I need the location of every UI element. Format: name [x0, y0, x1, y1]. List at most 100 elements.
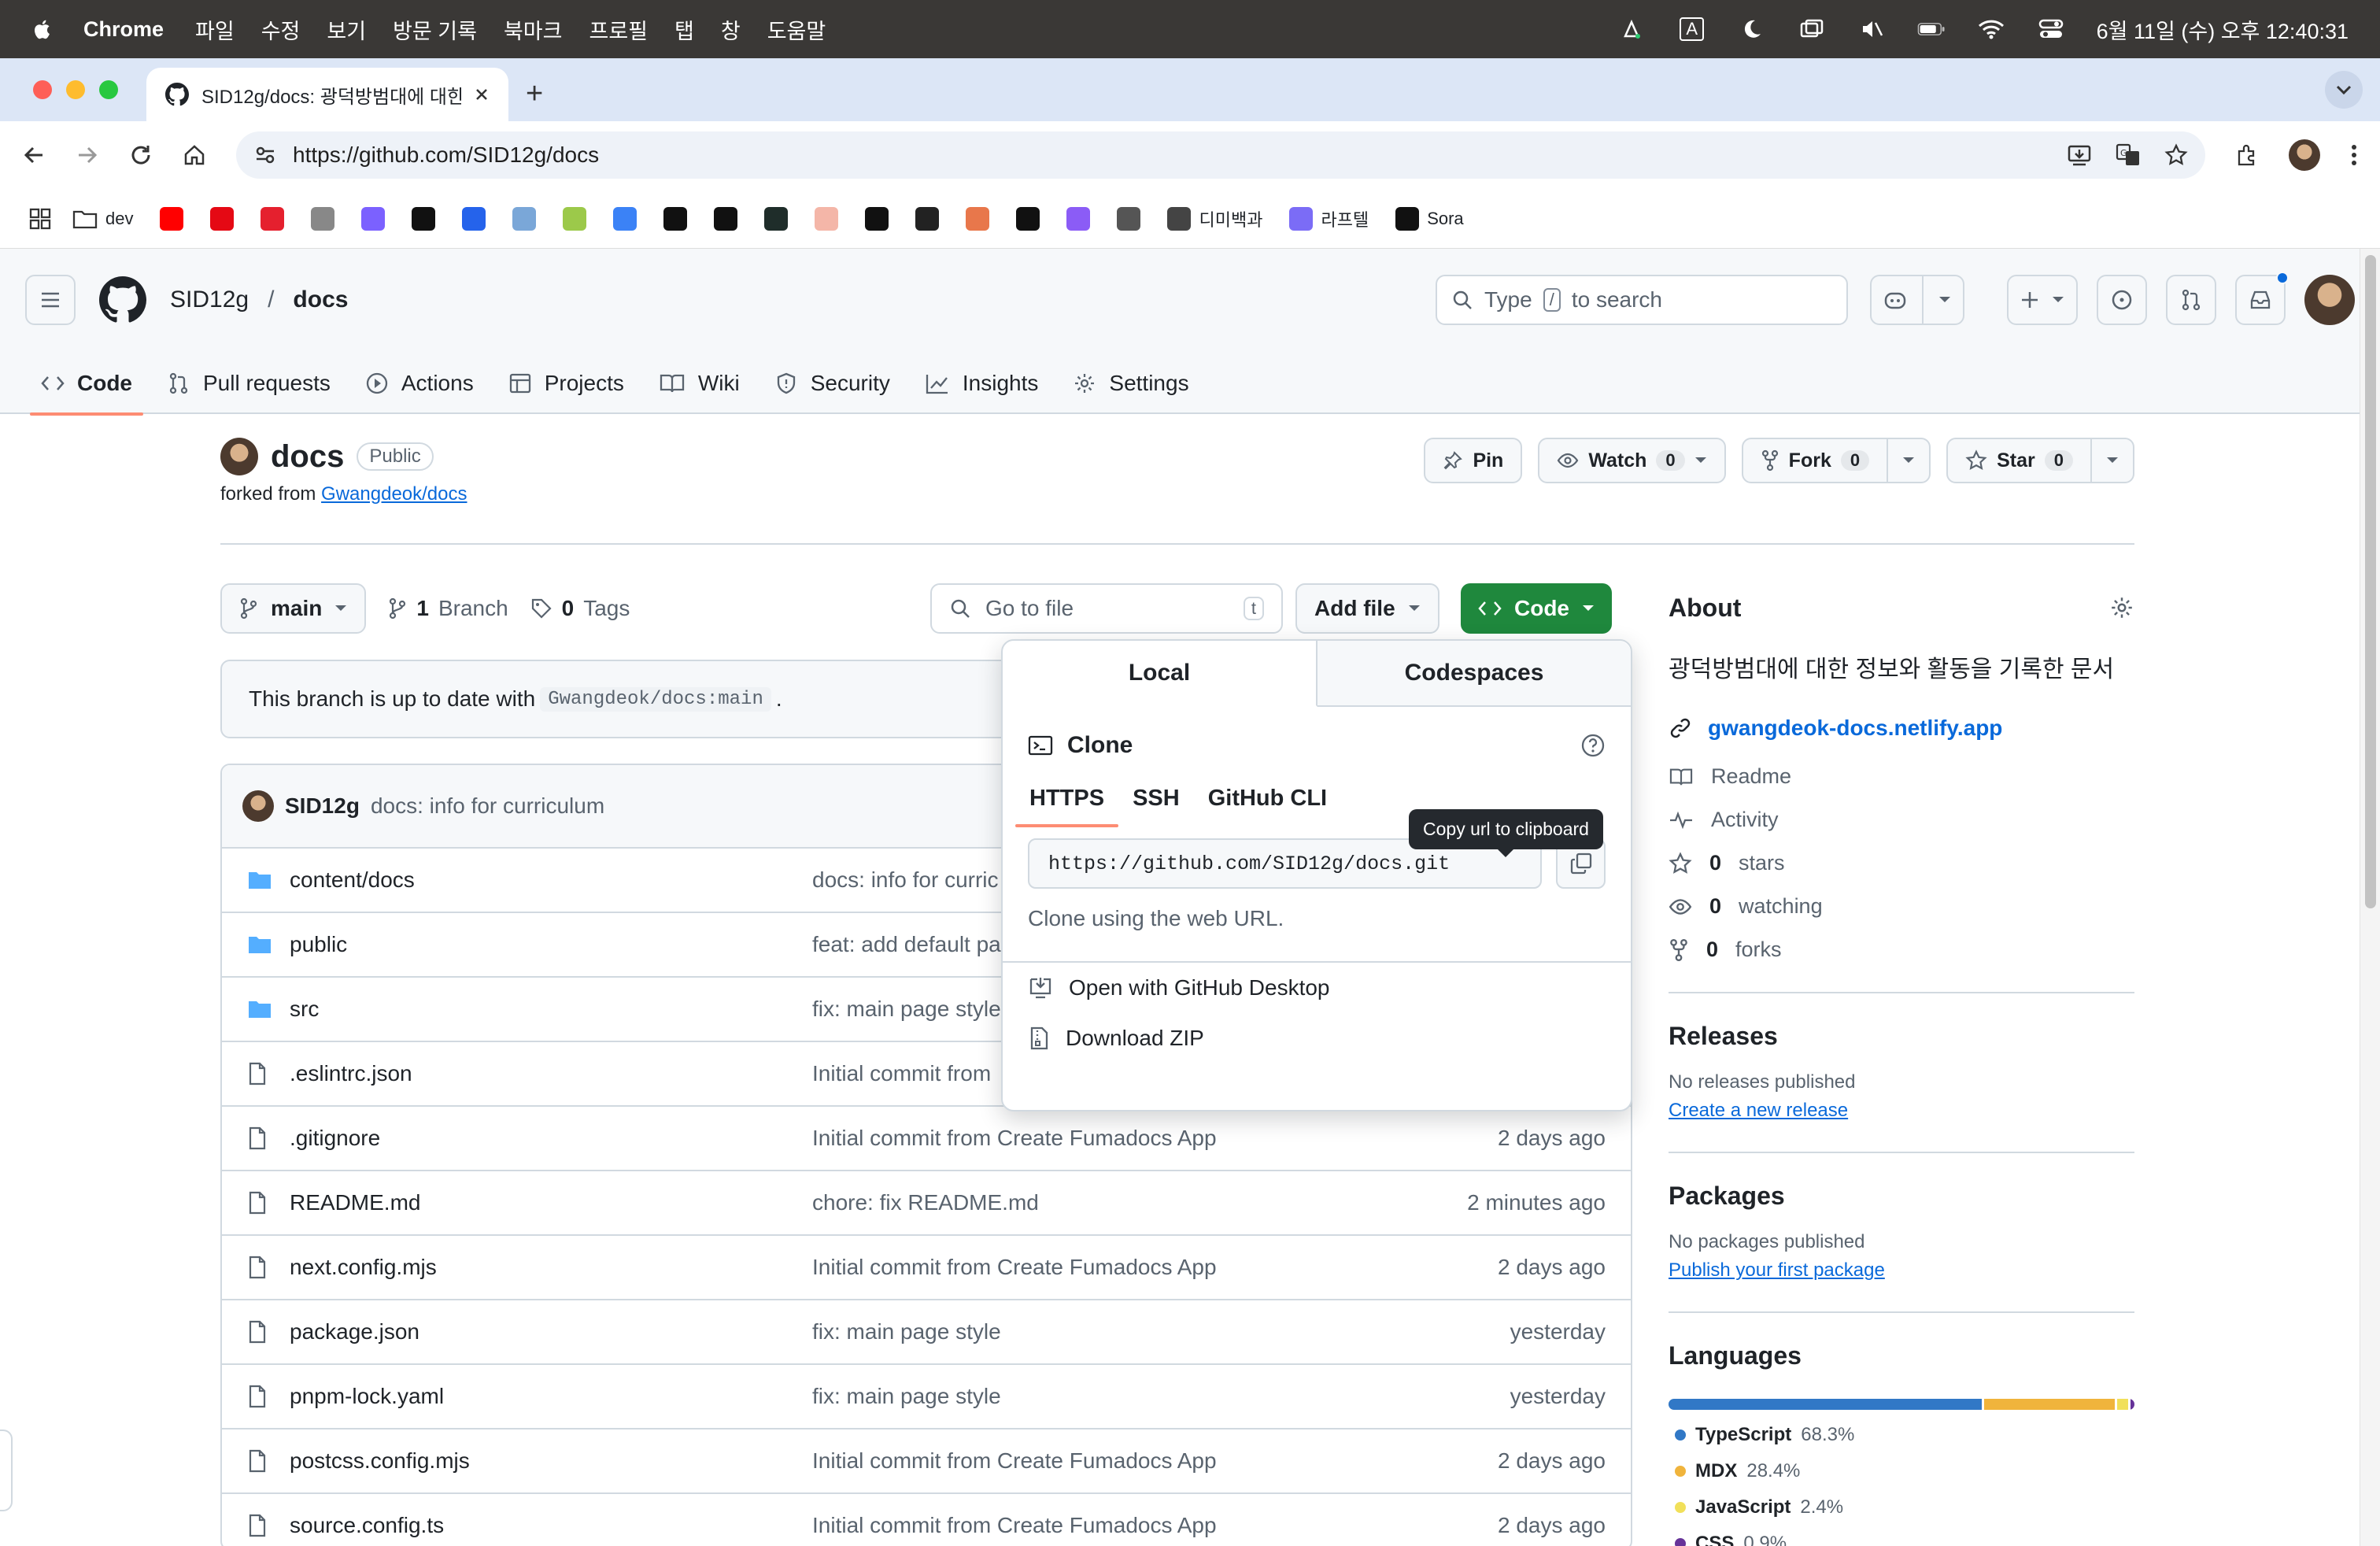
chevron-down-icon[interactable]	[1694, 457, 1707, 464]
bookmark-item[interactable]	[512, 206, 537, 231]
tab-projects[interactable]: Projects	[491, 353, 641, 414]
bookmark-item[interactable]	[613, 206, 638, 231]
menu-help[interactable]: 도움말	[767, 14, 826, 45]
side-panel-handle[interactable]	[0, 1429, 13, 1511]
chrome-menu-icon[interactable]	[2350, 143, 2358, 167]
github-logo-icon[interactable]	[99, 276, 146, 324]
add-file-button[interactable]: Add file	[1295, 583, 1439, 634]
open-desktop-item[interactable]: Open with GitHub Desktop	[1003, 963, 1631, 1013]
chevron-down-icon[interactable]	[2106, 457, 2119, 464]
tags-link[interactable]: 0 Tags	[530, 596, 630, 621]
table-row[interactable]: source.config.ts Initial commit from Crea…	[222, 1494, 1631, 1546]
tab-search-button[interactable]	[2325, 71, 2363, 109]
table-row[interactable]: package.json fix: main page style yesterda…	[222, 1300, 1631, 1365]
tab-security[interactable]: Security	[757, 353, 907, 414]
tab-actions[interactable]: Actions	[348, 353, 491, 414]
hamburger-menu-button[interactable]	[25, 275, 76, 325]
file-name-link[interactable]: .eslintrc.json	[290, 1061, 812, 1086]
file-commit-message[interactable]: fix: main page style	[812, 1319, 1510, 1344]
language-item[interactable]: CSS 0.9%	[1669, 1533, 1903, 1546]
back-icon[interactable]	[22, 143, 46, 167]
page-scrollbar[interactable]	[2360, 249, 2380, 1546]
apple-icon[interactable]	[31, 17, 55, 41]
branch-selector[interactable]: main	[220, 583, 367, 634]
scrollbar-thumb[interactable]	[2365, 255, 2376, 908]
tab-codespaces[interactable]: Codespaces	[1318, 641, 1631, 705]
file-name-link[interactable]: postcss.config.mjs	[290, 1448, 812, 1474]
website-link[interactable]: gwangdeok-docs.netlify.app	[1669, 716, 2134, 741]
menu-profiles[interactable]: 프로필	[589, 14, 648, 45]
language-bar-segment[interactable]	[1669, 1399, 1983, 1410]
go-to-file-input[interactable]: Go to file t	[930, 583, 1283, 634]
code-button[interactable]: Code	[1461, 583, 1612, 634]
battery-icon[interactable]	[1917, 17, 1946, 41]
reload-icon[interactable]	[129, 143, 153, 167]
menu-edit[interactable]: 수정	[261, 14, 301, 45]
file-name-link[interactable]: .gitignore	[290, 1126, 812, 1151]
screen-mirror-icon[interactable]	[1798, 17, 1826, 41]
menu-bookmarks[interactable]: 북마크	[504, 14, 563, 45]
pull-requests-button[interactable]	[2166, 275, 2216, 325]
bookmark-item[interactable]	[210, 206, 235, 231]
moon-icon[interactable]	[1738, 17, 1766, 41]
bookmark-star-icon[interactable]	[2164, 143, 2188, 167]
tab-local[interactable]: Local	[1003, 641, 1318, 707]
file-commit-message[interactable]: chore: fix README.md	[812, 1190, 1467, 1215]
gear-icon[interactable]	[2109, 595, 2134, 620]
bookmark-item[interactable]: 라프텔	[1289, 206, 1369, 231]
upstream-ref[interactable]: Gwangdeok/docs:main	[540, 686, 771, 712]
repo-link[interactable]: docs	[293, 287, 348, 313]
tab-insights[interactable]: Insights	[907, 353, 1056, 414]
owner-avatar[interactable]	[220, 438, 258, 475]
notifications-button[interactable]	[2235, 272, 2289, 325]
bookmark-item[interactable]	[764, 206, 789, 231]
releases-title[interactable]: Releases	[1669, 1022, 2134, 1051]
translate-icon[interactable]: G	[2116, 143, 2141, 167]
tab-settings[interactable]: Settings	[1055, 353, 1206, 414]
table-row[interactable]: postcss.config.mjs Initial commit from Cr…	[222, 1429, 1631, 1494]
menu-file[interactable]: 파일	[195, 14, 235, 45]
table-row[interactable]: .gitignore Initial commit from Create Fum…	[222, 1107, 1631, 1171]
profile-avatar[interactable]	[2289, 139, 2320, 171]
watch-button[interactable]: Watch 0	[1538, 438, 1726, 483]
apps-grid-icon[interactable]	[28, 207, 52, 231]
control-center-icon[interactable]	[2037, 17, 2065, 41]
table-row[interactable]: next.config.mjs Initial commit from Creat…	[222, 1236, 1631, 1300]
table-row[interactable]: README.md chore: fix README.md 2 minutes a…	[222, 1171, 1631, 1236]
bookmark-item[interactable]: Sora	[1395, 206, 1464, 231]
file-name-link[interactable]: src	[290, 997, 812, 1022]
bookmark-item[interactable]	[663, 206, 688, 231]
site-info-icon[interactable]	[253, 143, 277, 167]
bookmark-item[interactable]	[966, 206, 990, 231]
branches-link[interactable]: 1 Branch	[388, 596, 508, 621]
bookmark-item[interactable]	[915, 206, 940, 231]
file-name-link[interactable]: next.config.mjs	[290, 1255, 812, 1280]
watching-link[interactable]: 0 watching	[1669, 894, 2134, 919]
bookmark-item[interactable]	[563, 206, 587, 231]
menu-tab[interactable]: 탭	[674, 14, 694, 45]
download-zip-item[interactable]: Download ZIP	[1003, 1013, 1631, 1063]
tab-https[interactable]: HTTPS	[1015, 786, 1119, 827]
bookmark-item[interactable]	[865, 206, 889, 231]
menu-history[interactable]: 방문 기록	[393, 14, 477, 45]
fork-button[interactable]: Fork 0	[1741, 438, 1931, 483]
close-window-button[interactable]	[33, 80, 52, 99]
bookmark-item[interactable]: dev	[72, 208, 133, 230]
commit-author-avatar[interactable]	[242, 790, 274, 822]
tab-ssh[interactable]: SSH	[1118, 786, 1194, 827]
bookmark-item[interactable]	[160, 206, 184, 231]
language-bar-segment[interactable]	[2130, 1399, 2134, 1410]
pin-button[interactable]: Pin	[1424, 438, 1523, 483]
language-item[interactable]: JavaScript 2.4%	[1669, 1496, 1903, 1518]
activity-link[interactable]: Activity	[1669, 808, 2134, 832]
copilot-button[interactable]	[1870, 275, 1964, 325]
tab-code[interactable]: Code	[24, 353, 150, 416]
file-name-link[interactable]: README.md	[290, 1190, 812, 1215]
app-menu[interactable]: Chrome	[83, 17, 164, 42]
create-new-button[interactable]	[2007, 275, 2078, 325]
language-bar-segment[interactable]	[1984, 1399, 2115, 1410]
menu-view[interactable]: 보기	[327, 14, 366, 45]
tab-pull-requests[interactable]: Pull requests	[150, 353, 348, 414]
bookmark-item[interactable]	[311, 206, 335, 231]
zoom-window-button[interactable]	[99, 80, 118, 99]
